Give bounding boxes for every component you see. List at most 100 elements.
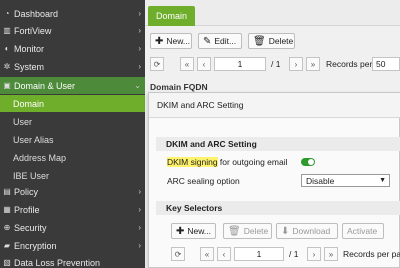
download-button[interactable]: ⬇ Download (276, 223, 338, 239)
sidebar-item-policy[interactable]: ▤ Policy › (0, 183, 145, 200)
dlp-icon: ▧ (3, 258, 11, 267)
sidebar-item-label: Monitor (14, 43, 45, 54)
sidebar-item-monitor[interactable]: ◐ Monitor › (0, 40, 145, 57)
sidebar-item-label: User Alias (13, 134, 54, 145)
toolbar: ✚ New... ✎ Edit... 🗑 Delete (145, 30, 400, 52)
sidebar-item-label: Encryption (14, 240, 57, 251)
sidebar-item-label: IBE User (13, 170, 50, 181)
dialog-last-page-icon[interactable]: » (324, 247, 338, 261)
edit-button-label: Edit... (214, 36, 237, 46)
dashboard-icon: ◔ (4, 9, 10, 18)
lock-icon: ▰ (3, 241, 11, 250)
chevron-right-icon: › (138, 44, 141, 53)
next-page-icon[interactable]: › (289, 57, 303, 71)
delete-button-label: Delete (268, 36, 294, 46)
refresh-icon[interactable]: ⟳ (150, 57, 164, 71)
sidebar-item-user[interactable]: User (0, 113, 145, 130)
fortiview-icon: ▥ (3, 26, 11, 35)
sidebar: ◔ Dashboard › ▥ FortiView › ◐ Monitor › … (0, 0, 145, 268)
dkim-signing-rest: for outgoing email (217, 157, 288, 167)
dialog-refresh-icon[interactable]: ⟳ (171, 247, 185, 261)
download-icon: ⬇ (281, 225, 290, 237)
sidebar-item-security[interactable]: ⊕ Security › (0, 219, 145, 236)
tab-domain[interactable]: Domain (148, 6, 196, 26)
sidebar-item-encryption[interactable]: ▰ Encryption › (0, 237, 145, 254)
activate-button[interactable]: Activate (342, 223, 384, 239)
last-page-icon[interactable]: » (306, 57, 320, 71)
dkim-signing-label: DKIM signing for outgoing email (167, 157, 288, 167)
chevron-down-icon: ⌄ (134, 81, 141, 90)
sidebar-item-label: Domain & User (14, 80, 76, 91)
chevron-right-icon: › (138, 26, 141, 35)
sidebar-item-label: Security (14, 222, 47, 233)
sidebar-item-label: Profile (14, 204, 40, 215)
new-button-label: New... (166, 36, 191, 46)
prev-page-icon[interactable]: ‹ (197, 57, 211, 71)
section-key-selectors: Key Selectors (156, 201, 400, 215)
page-input[interactable]: 1 (214, 57, 266, 71)
sidebar-item-label: User (13, 116, 33, 127)
plus-icon: ✚ (176, 225, 185, 237)
pager: ⟳ « ‹ 1 / 1 › » Records per page 50 (145, 56, 400, 74)
records-per-page-select[interactable]: 50 (372, 57, 400, 71)
chevron-right-icon: › (138, 187, 141, 196)
dkim-arc-dialog: DKIM and ARC Setting DKIM and ARC Settin… (148, 92, 400, 268)
sidebar-item-ibe-user[interactable]: IBE User (0, 167, 145, 184)
chevron-right-icon: › (138, 62, 141, 71)
gear-icon: ✲ (3, 62, 11, 71)
chevron-right-icon: › (138, 9, 141, 18)
dialog-page-input[interactable]: 1 (234, 247, 284, 261)
sidebar-item-label: Dashboard (14, 8, 59, 19)
dialog-records-per-page-label: Records per page (343, 249, 400, 259)
edit-icon: ✎ (203, 35, 212, 47)
first-page-icon[interactable]: « (180, 57, 194, 71)
sidebar-item-label: Domain (13, 98, 45, 109)
plus-icon: ✚ (155, 35, 164, 47)
sidebar-item-label: System (14, 61, 45, 72)
edit-button[interactable]: ✎ Edit... (198, 33, 242, 49)
dialog-next-page-icon[interactable]: › (307, 247, 321, 261)
column-header-domain-fqdn[interactable]: Domain FQDN (150, 82, 208, 92)
security-icon: ⊕ (3, 223, 11, 232)
dialog-delete-button[interactable]: 🗑 Delete (223, 223, 272, 239)
sidebar-item-label: Address Map (13, 152, 67, 163)
dialog-prev-page-icon[interactable]: ‹ (217, 247, 231, 261)
dialog-new-button[interactable]: ✚ New... (171, 223, 216, 239)
profile-icon: ▦ (3, 205, 11, 214)
sidebar-item-system[interactable]: ✲ System › (0, 58, 145, 75)
tab-bar: Domain (145, 0, 400, 26)
sidebar-item-label: Data Loss Prevention (14, 257, 101, 268)
dialog-delete-label: Delete (243, 226, 269, 236)
sidebar-item-label: FortiView (14, 25, 52, 36)
dkim-signing-toggle[interactable] (301, 158, 315, 166)
dialog-new-label: New... (187, 226, 212, 236)
sidebar-item-address-map[interactable]: Address Map (0, 149, 145, 166)
dkim-signing-highlight: DKIM signing (167, 157, 218, 167)
chevron-right-icon: › (138, 223, 141, 232)
delete-button[interactable]: 🗑 Delete (248, 33, 295, 49)
dialog-page-total: / 1 (289, 249, 299, 259)
sidebar-item-profile[interactable]: ▦ Profile › (0, 201, 145, 218)
chevron-right-icon: › (138, 241, 141, 250)
domain-user-icon: ▣ (3, 81, 11, 90)
page-total: / 1 (271, 59, 281, 69)
download-label: Download (292, 226, 331, 236)
monitor-icon: ◐ (4, 44, 10, 53)
section-dkim-arc: DKIM and ARC Setting (156, 137, 400, 151)
sidebar-item-dlp[interactable]: ▧ Data Loss Prevention (0, 254, 145, 268)
new-button[interactable]: ✚ New... (150, 33, 192, 49)
arc-sealing-value: Disable (306, 175, 335, 186)
sidebar-item-dashboard[interactable]: ◔ Dashboard › (0, 5, 145, 22)
arc-sealing-label: ARC sealing option (167, 176, 240, 186)
sidebar-item-domain-user[interactable]: ▣ Domain & User ⌄ (0, 77, 145, 94)
dialog-first-page-icon[interactable]: « (200, 247, 214, 261)
chevron-down-icon: ▼ (379, 177, 386, 184)
arc-sealing-select[interactable]: Disable ▼ (301, 174, 390, 187)
sidebar-item-domain[interactable]: Domain (0, 95, 145, 112)
sidebar-item-fortiview[interactable]: ▥ FortiView › (0, 22, 145, 39)
sidebar-item-user-alias[interactable]: User Alias (0, 131, 145, 148)
trash-icon: 🗑 (253, 35, 266, 47)
trash-icon: 🗑 (228, 225, 241, 237)
chevron-right-icon: › (138, 205, 141, 214)
policy-icon: ▤ (3, 187, 11, 196)
